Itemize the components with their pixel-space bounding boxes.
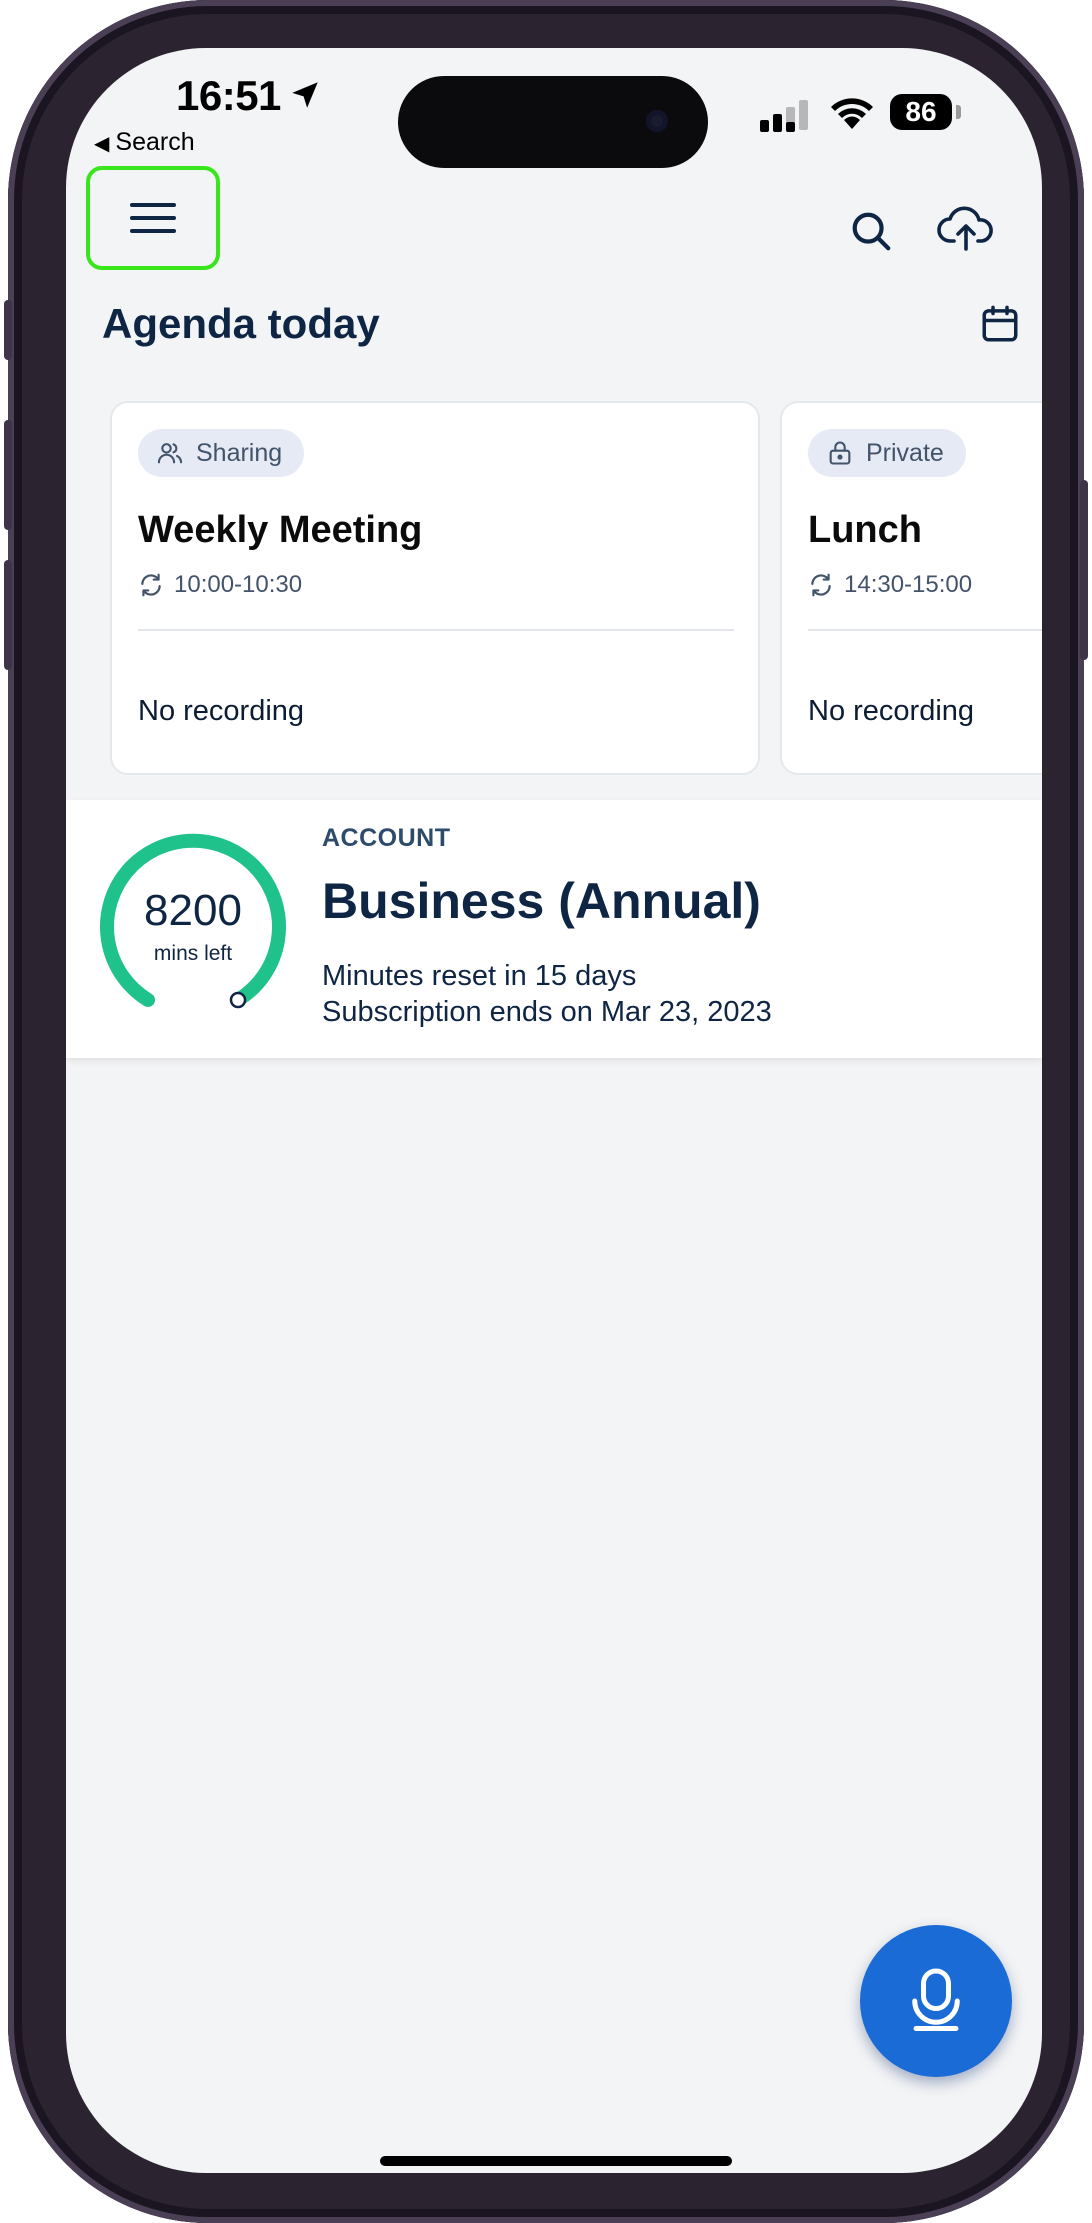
home-indicator[interactable] — [380, 2156, 732, 2166]
minutes-left-unit: mins left — [153, 942, 233, 965]
visibility-label: Private — [866, 438, 944, 467]
event-title: Weekly Meeting — [138, 509, 423, 551]
event-time: 10:00-10:30 — [138, 571, 302, 599]
microphone-icon — [912, 1968, 960, 2031]
page-title: Agenda today — [102, 300, 380, 347]
visibility-chip: Private — [808, 429, 966, 477]
people-icon — [157, 443, 183, 464]
lock-icon — [829, 441, 851, 465]
repeat-icon — [811, 573, 831, 597]
event-time-range: 10:00-10:30 — [174, 571, 303, 598]
calendar-icon — [982, 305, 1018, 342]
recording-status: No recording — [138, 695, 305, 727]
wifi-icon — [831, 98, 873, 129]
plan-name: Business (Annual) — [322, 873, 761, 929]
hamburger-icon — [130, 203, 176, 233]
subscription-end-text: Subscription ends on Mar 23, 2023 — [322, 996, 772, 1028]
visibility-label: Sharing — [196, 438, 283, 467]
cellular-signal-icon — [760, 100, 808, 132]
location-arrow-icon — [292, 82, 318, 108]
card-divider — [808, 629, 1042, 631]
event-card[interactable]: Sharing Weekly Meeting 10:00-10:30 No re… — [110, 401, 760, 775]
upload-button[interactable] — [926, 192, 1006, 266]
minutes-left-value: 8200 — [144, 886, 242, 935]
battery-level: 86 — [890, 94, 952, 130]
recording-status: No recording — [808, 695, 975, 727]
action-button — [4, 300, 12, 360]
calendar-button[interactable] — [968, 292, 1032, 356]
back-label: Search — [115, 128, 195, 156]
status-time: 16:51 — [176, 72, 281, 119]
search-button[interactable] — [836, 196, 906, 266]
battery-tip — [956, 105, 961, 119]
back-to-search-link[interactable]: ◀ Search — [94, 128, 195, 157]
card-divider — [138, 629, 734, 631]
record-button[interactable] — [860, 1925, 1012, 2077]
account-section-label: ACCOUNT — [322, 824, 451, 852]
screen: 16:51 ◀ Search 86 Agenda today Sharing W… — [66, 48, 1042, 2173]
search-icon — [852, 212, 891, 251]
volume-down-button — [4, 560, 12, 670]
cloud-upload-icon — [937, 206, 993, 251]
volume-up-button — [4, 420, 12, 530]
visibility-chip: Sharing — [138, 429, 305, 477]
event-card[interactable]: Private Lunch 14:30-15:00 No recording — [780, 401, 1042, 775]
event-time: 14:30-15:00 — [808, 571, 972, 599]
front-camera — [646, 110, 668, 132]
repeat-icon — [141, 573, 161, 597]
power-button — [1080, 480, 1088, 660]
menu-button[interactable] — [86, 166, 220, 270]
minutes-reset-text: Minutes reset in 15 days — [322, 960, 637, 992]
back-triangle-icon: ◀ — [94, 133, 110, 155]
event-time-range: 14:30-15:00 — [844, 571, 973, 598]
dynamic-island — [398, 76, 708, 168]
event-title: Lunch — [808, 509, 922, 551]
phone-frame: 16:51 ◀ Search 86 Agenda today Sharing W… — [4, 0, 1088, 2223]
account-panel[interactable]: 8200 mins left ACCOUNT Business (Annual)… — [66, 800, 1042, 1058]
